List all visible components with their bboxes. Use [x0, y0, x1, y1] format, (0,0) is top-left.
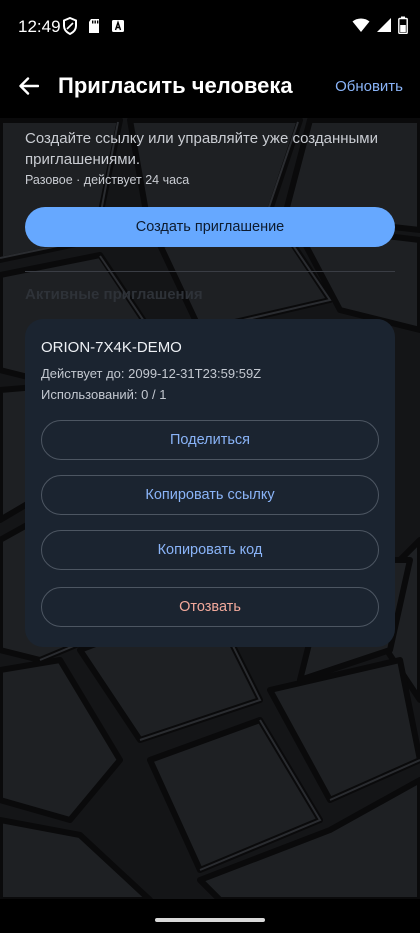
wifi-icon — [352, 18, 370, 32]
copy-code-button[interactable]: Копировать код — [41, 530, 379, 570]
back-button[interactable] — [14, 71, 44, 101]
status-icons-left — [62, 17, 126, 35]
share-button[interactable]: Поделиться — [41, 420, 379, 460]
active-invites-heading: Активные приглашения — [25, 286, 203, 303]
shield-icon — [63, 17, 77, 35]
invite-usage: Использований: 0 / 1 — [41, 387, 167, 402]
status-time: 12:49 — [18, 17, 61, 36]
intro-subtitle: Разовое · действует 24 часа — [25, 173, 190, 187]
intro-description: Создайте ссылку или управляйте уже созда… — [25, 130, 378, 168]
system-nav-bar — [0, 899, 420, 933]
home-handle[interactable] — [155, 918, 265, 922]
refresh-button[interactable]: Обновить — [335, 78, 403, 95]
signal-icon — [377, 18, 391, 32]
create-invite-button[interactable]: Создать приглашение — [25, 207, 395, 247]
status-icons-right — [352, 16, 408, 34]
arrow-left-icon — [19, 77, 39, 95]
sd-card-icon — [89, 19, 99, 33]
status-bar: 12:49 — [0, 0, 420, 56]
invite-code: ORION-7X4K-DEMO — [41, 339, 182, 356]
page-title: Пригласить человека — [58, 73, 293, 98]
invite-card: ORION-7X4K-DEMO Действует до: 2099-12-31… — [25, 319, 395, 647]
copy-link-button[interactable]: Копировать ссылку — [41, 475, 379, 515]
battery-icon — [398, 16, 408, 34]
top-app-bar: Пригласить человека Обновить — [0, 56, 420, 118]
font-icon — [112, 20, 124, 32]
invite-valid-until: Действует до: 2099-12-31T23:59:59Z — [41, 366, 262, 381]
revoke-button[interactable]: Отозвать — [41, 587, 379, 627]
divider — [25, 271, 395, 272]
